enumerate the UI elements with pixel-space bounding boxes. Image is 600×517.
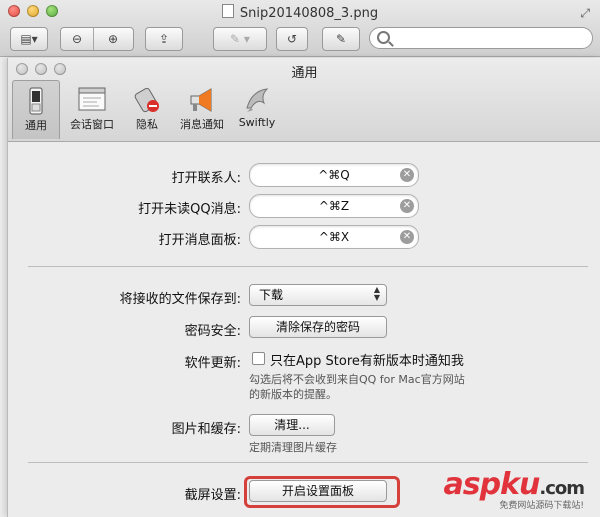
zoom-out-icon: ⊖ (71, 32, 83, 46)
tab-notifications[interactable]: 消息通知 (175, 80, 229, 138)
hotkey-label: 打开消息面板: (158, 233, 241, 248)
hotkey-row-panel: 打开消息面板: ^⌘X ✕ (8, 225, 600, 249)
watermark: aspku.com 免费网站源码下载站! (443, 467, 585, 511)
dolphin-icon (242, 86, 272, 114)
cache-label: 图片和缓存: (171, 422, 241, 437)
update-hint: 勾选后将不会收到来自QQ for Mac官方网站 的新版本的提醒。 (249, 373, 465, 401)
clear-icon[interactable]: ✕ (400, 168, 414, 182)
zoom-in-button[interactable]: ⊕ (93, 28, 132, 50)
divider (28, 462, 588, 463)
edit-icon: ✎ (335, 32, 347, 46)
share-button[interactable]: ⇪ (145, 27, 183, 51)
fullscreen-icon[interactable]: ⤢ (580, 6, 590, 21)
edit-button[interactable]: ✎ (322, 27, 360, 51)
general-settings-panel: 打开联系人: ^⌘Q ✕ 打开未读QQ消息: ^⌘Z ✕ 打开消息面板: ^⌘X ✕ … (8, 142, 600, 517)
cache-row: 图片和缓存: 清理... (8, 414, 600, 438)
rotate-button[interactable]: ↺ (276, 27, 308, 51)
hotkey-label: 打开未读QQ消息: (138, 202, 241, 217)
password-label: 密码安全: (184, 324, 241, 339)
updown-arrows-icon: ▲ ▼ (373, 285, 380, 302)
update-checkbox-label[interactable]: 只在App Store有新版本时通知我 (270, 350, 464, 369)
clear-icon[interactable]: ✕ (400, 230, 414, 244)
search-icon (377, 31, 390, 44)
clean-cache-button[interactable]: 清理... (249, 414, 335, 436)
tab-swiftly[interactable]: Swiftly (234, 80, 280, 138)
zoom-out-button[interactable]: ⊖ (61, 28, 93, 50)
pen-icon: ✎ ▾ (230, 32, 250, 46)
sidebar-view-button[interactable]: ▤▾ (10, 27, 48, 51)
cache-hint: 定期清理图片缓存 (249, 441, 337, 454)
tab-general[interactable]: 通用 (12, 80, 60, 139)
hotkey-row-unread: 打开未读QQ消息: ^⌘Z ✕ (8, 194, 600, 218)
tab-chat-window[interactable]: 会话窗口 (65, 80, 119, 138)
hotkey-label: 打开联系人: (171, 171, 241, 186)
hotkey-row-contacts: 打开联系人: ^⌘Q ✕ (8, 163, 600, 187)
switch-icon (21, 87, 51, 115)
document-title: Snip20140808_3.png (0, 4, 600, 21)
zoom-in-icon: ⊕ (107, 32, 119, 46)
preferences-window: 通用 通用 会话窗口 隐私 消息通知 Swiftly 打开联系人: ^⌘Q ✕ … (7, 58, 600, 517)
megaphone-icon (187, 86, 217, 114)
clear-password-button[interactable]: 清除保存的密码 (249, 316, 387, 338)
preview-titlebar: Snip20140808_3.png ⤢ ▤▾ ⊖ ⊕ ⇪ ✎ ▾ ↺ ✎ (0, 0, 600, 57)
divider (28, 266, 588, 267)
preferences-titlebar: 通用 通用 会话窗口 隐私 消息通知 Swiftly (8, 58, 600, 142)
tab-privacy[interactable]: 隐私 (124, 80, 170, 138)
clear-icon[interactable]: ✕ (400, 199, 414, 213)
hotkey-field[interactable]: ^⌘X ✕ (249, 225, 419, 249)
search-input[interactable] (369, 27, 593, 49)
save-location-label: 将接收的文件保存到: (119, 292, 241, 307)
watermark-suffix: .com (539, 478, 585, 499)
update-row: 软件更新: 只在App Store有新版本时通知我 (8, 348, 600, 372)
zoom-controls: ⊖ ⊕ (60, 27, 134, 51)
hotkey-field[interactable]: ^⌘Z ✕ (249, 194, 419, 218)
update-label: 软件更新: (184, 356, 241, 371)
password-row: 密码安全: 清除保存的密码 (8, 316, 600, 340)
hotkey-field[interactable]: ^⌘Q ✕ (249, 163, 419, 187)
save-location-select[interactable]: 下载 ▲ ▼ (249, 284, 387, 306)
window-icon (77, 86, 107, 114)
update-checkbox[interactable] (252, 352, 265, 365)
markup-tool-button[interactable]: ✎ ▾ (213, 27, 267, 51)
privacy-icon (132, 86, 162, 114)
watermark-brand: aspku (443, 467, 540, 502)
image-file-icon (221, 4, 234, 18)
highlight-box (244, 476, 400, 508)
share-icon: ⇪ (158, 32, 170, 46)
sidebar-icon: ▤▾ (20, 32, 38, 46)
rotate-icon: ↺ (286, 32, 298, 46)
save-location-row: 将接收的文件保存到: 下载 ▲ ▼ (8, 284, 600, 308)
screenshot-label: 截屏设置: (184, 488, 241, 503)
preferences-title: 通用 (291, 66, 318, 81)
preferences-tabs: 通用 会话窗口 隐私 消息通知 Swiftly (12, 80, 285, 139)
